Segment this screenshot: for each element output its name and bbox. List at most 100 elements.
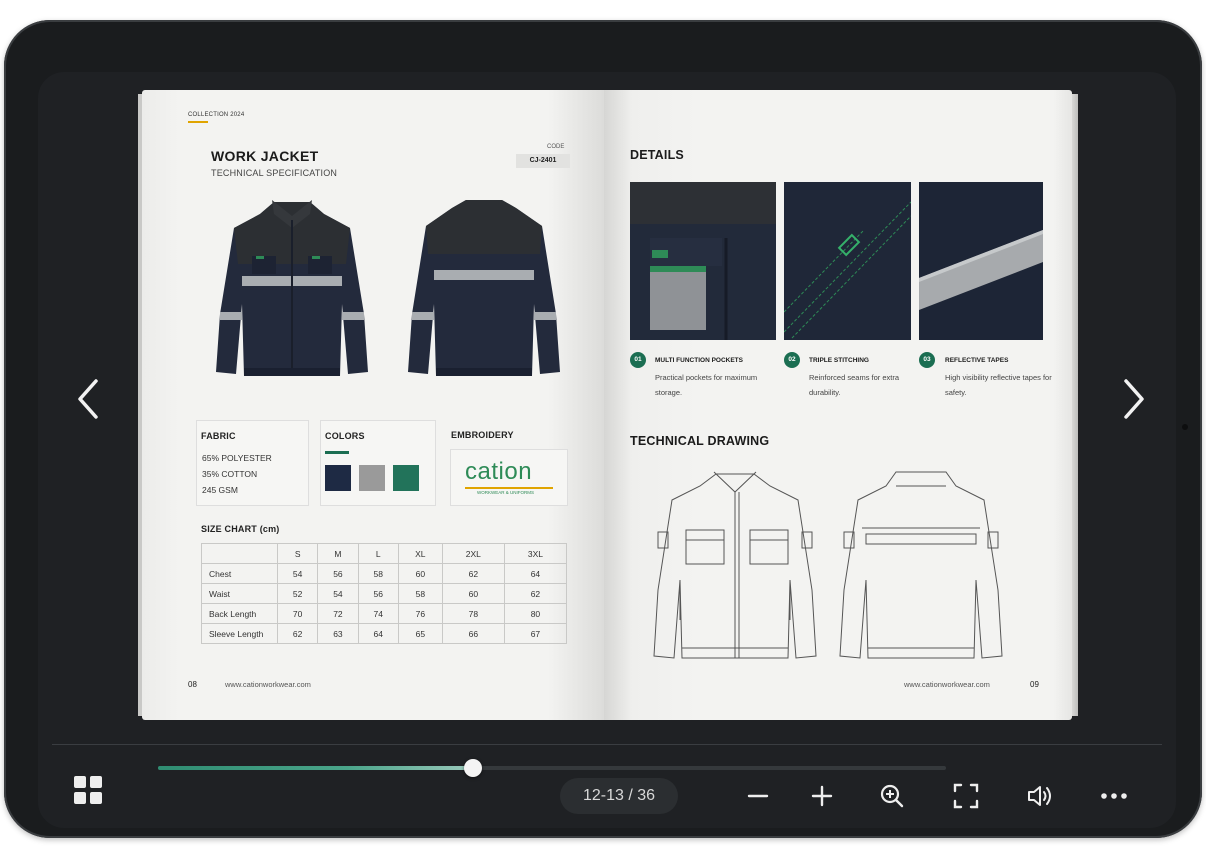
embroidery-section: EMBROIDERY cation WORKWEAR & UNIFORMS	[447, 420, 568, 506]
progress-thumb[interactable]	[464, 759, 483, 777]
camera	[1182, 424, 1188, 430]
detail-description: Practical pockets for maximum storage.	[655, 373, 758, 397]
footer-url-right: www.cationworkwear.com	[904, 680, 990, 689]
table-cell: Back Length	[201, 603, 278, 624]
table-row: Sleeve Length 62 63 64 65 66 67	[201, 623, 568, 644]
table-cell: 65	[397, 623, 443, 644]
table-cell: 63	[317, 623, 359, 644]
table-cell: 64	[357, 623, 399, 644]
next-page-button[interactable]	[1114, 374, 1154, 424]
size-chart-heading: SIZE CHART (cm)	[201, 524, 280, 534]
chevron-left-icon	[78, 379, 98, 419]
table-header: L	[357, 543, 399, 564]
embroidery-heading: EMBROIDERY	[451, 430, 514, 440]
catalog-spread[interactable]: COLLECTION 2024 WORK JACKET TECHNICAL SP…	[138, 90, 1078, 720]
zoom-out-button[interactable]	[740, 778, 776, 814]
table-cell: 60	[397, 563, 443, 584]
stitching-detail-image	[784, 182, 911, 340]
table-cell: 56	[357, 583, 399, 604]
detail-description: Reinforced seams for extra durability.	[809, 373, 900, 397]
table-header: S	[276, 543, 319, 564]
plus-icon	[811, 785, 833, 807]
progress-fill	[158, 766, 474, 770]
viewer-screen: COLLECTION 2024 WORK JACKET TECHNICAL SP…	[38, 72, 1176, 828]
technical-drawing-heading: TECHNICAL DRAWING	[630, 434, 770, 448]
page-edge	[1072, 94, 1078, 716]
detail-badge: 03	[919, 352, 935, 368]
more-icon	[1101, 793, 1127, 799]
table-cell: 72	[317, 603, 359, 624]
embroidery-logo-box: cation WORKWEAR & UNIFORMS	[450, 449, 568, 506]
minus-icon	[747, 794, 769, 798]
page-progress-slider[interactable]	[158, 759, 946, 777]
thumbnails-button[interactable]	[68, 770, 108, 810]
page-number-left: 08	[188, 680, 197, 689]
table-cell: 56	[317, 563, 359, 584]
table-row: Waist 52 54 56 58 60 62	[201, 583, 568, 604]
table-header-row: S M L XL 2XL 3XL	[201, 543, 568, 564]
color-swatch-navy[interactable]	[325, 465, 351, 491]
fabric-section: FABRIC 65% POLYESTER 35% COTTON 245 GSM	[196, 420, 309, 506]
magnify-button[interactable]	[874, 778, 910, 814]
table-cell: 62	[441, 563, 505, 584]
table-cell: 64	[503, 563, 568, 584]
table-cell: 60	[441, 583, 505, 604]
table-header: 2XL	[441, 543, 505, 564]
jacket-front-image	[216, 200, 368, 376]
details-heading: DETAILS	[630, 148, 684, 162]
jacket-back-image	[408, 200, 560, 376]
zoom-in-button[interactable]	[804, 778, 840, 814]
color-swatch-grey[interactable]	[359, 465, 385, 491]
fabric-line: 35% COTTON	[202, 469, 258, 479]
left-page: COLLECTION 2024 WORK JACKET TECHNICAL SP…	[138, 90, 604, 720]
table-header: 3XL	[503, 543, 568, 564]
table-cell: 70	[276, 603, 319, 624]
collection-accent-bar	[188, 121, 208, 123]
brand-logo-text: cation	[465, 458, 533, 485]
table-cell: 76	[397, 603, 443, 624]
code-label: CODE	[547, 144, 565, 150]
table-cell: 78	[441, 603, 505, 624]
fabric-heading: FABRIC	[201, 431, 236, 441]
colors-section: COLORS	[320, 420, 436, 506]
color-swatch-green[interactable]	[393, 465, 419, 491]
product-title: WORK JACKET	[211, 148, 319, 164]
detail-title: MULTI FUNCTION POCKETS	[655, 357, 743, 364]
product-subtitle: TECHNICAL SPECIFICATION	[211, 168, 338, 178]
fabric-line: 65% POLYESTER	[202, 453, 272, 463]
reflective-tape-detail-image	[919, 182, 1043, 340]
table-cell: 54	[276, 563, 319, 584]
table-header	[201, 543, 278, 564]
detail-badge: 02	[784, 352, 800, 368]
technical-drawing-back	[839, 471, 1003, 659]
detail-title: REFLECTIVE TAPES	[945, 357, 1009, 364]
more-options-button[interactable]	[1096, 778, 1132, 814]
table-cell: 67	[503, 623, 568, 644]
table-cell: 54	[317, 583, 359, 604]
footer-url-left: www.cationworkwear.com	[225, 680, 311, 689]
table-header: XL	[397, 543, 443, 564]
sound-icon	[1028, 786, 1051, 806]
table-cell: Sleeve Length	[201, 623, 278, 644]
brand-tagline: WORKWEAR & UNIFORMS	[477, 490, 534, 495]
technical-drawing-front	[653, 471, 817, 659]
table-header: M	[317, 543, 359, 564]
table-cell: Waist	[201, 583, 278, 604]
prev-page-button[interactable]	[68, 374, 108, 424]
colors-heading: COLORS	[325, 431, 365, 441]
page-number-right: 09	[1030, 680, 1039, 689]
table-cell: 80	[503, 603, 568, 624]
page-indicator[interactable]: 12-13 / 36	[560, 778, 678, 814]
grid-icon	[74, 776, 102, 804]
table-cell: 52	[276, 583, 319, 604]
logo-underline	[465, 487, 553, 489]
tablet-frame: COLLECTION 2024 WORK JACKET TECHNICAL SP…	[4, 20, 1202, 838]
sound-button[interactable]	[1022, 778, 1058, 814]
table-cell: Chest	[201, 563, 278, 584]
chevron-right-icon	[1124, 379, 1144, 419]
toolbar-divider	[52, 744, 1162, 745]
product-code: CJ-2401	[516, 154, 570, 168]
table-cell: 62	[503, 583, 568, 604]
fullscreen-button[interactable]	[948, 778, 984, 814]
table-cell: 66	[441, 623, 505, 644]
